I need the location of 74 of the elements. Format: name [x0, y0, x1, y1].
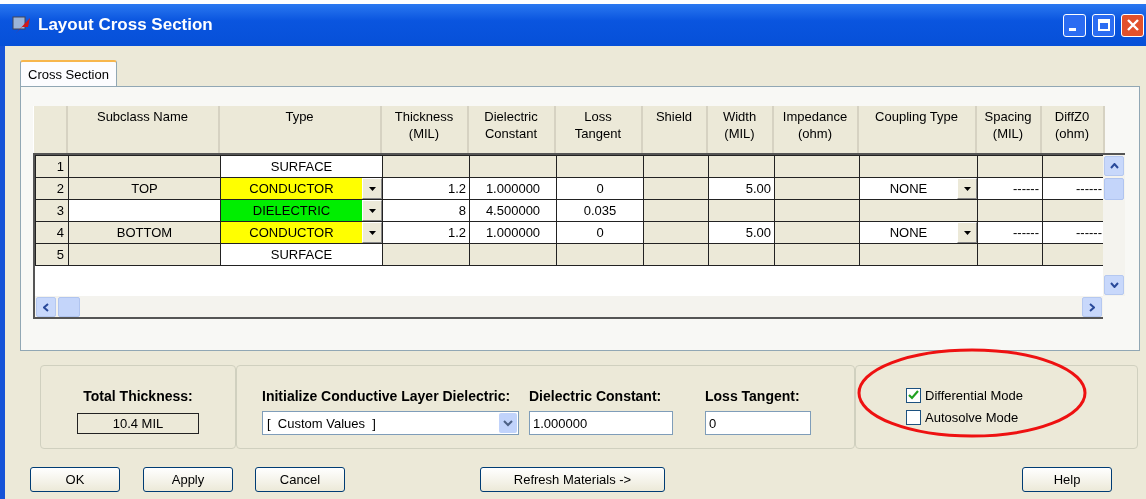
- type-value[interactable]: CONDUCTOR: [221, 178, 362, 199]
- scroll-down-button[interactable]: [1104, 275, 1124, 295]
- check-icon: [908, 390, 919, 400]
- caret-icon: [963, 230, 971, 235]
- type-value[interactable]: DIELECTRIC: [221, 200, 362, 221]
- checkbox-label: Differential Mode: [925, 387, 1024, 403]
- dialog-button[interactable]: Refresh Materials ->: [480, 467, 665, 492]
- caret-icon: [963, 186, 971, 191]
- total-thickness-value: 10.4 MIL: [77, 413, 199, 434]
- close-button[interactable]: [1121, 13, 1144, 37]
- dropdown-button[interactable]: [957, 222, 977, 243]
- table-cell: TOP: [68, 177, 221, 200]
- column-header: Spacing (MIL): [975, 106, 1041, 153]
- loss-tangent-label: Loss Tangent:: [705, 388, 801, 404]
- app-icon: [12, 15, 32, 35]
- column-header: Impedance (ohm): [772, 106, 858, 153]
- column-header: Dielectric Constant: [467, 106, 555, 153]
- dropdown-button[interactable]: [362, 178, 382, 199]
- column-header: Thickness (MIL): [380, 106, 468, 153]
- column-header: Shield: [641, 106, 707, 153]
- column-header: Subclass Name: [66, 106, 219, 153]
- vertical-scrollbar[interactable]: [1103, 153, 1125, 296]
- scroll-thumb[interactable]: [1104, 178, 1124, 200]
- row-number: 5: [35, 243, 69, 266]
- row-number: 1: [35, 155, 69, 178]
- caret-icon: [368, 186, 376, 191]
- table-cell: [977, 155, 1043, 178]
- scroll-right-button[interactable]: [1082, 297, 1102, 317]
- corner-header: [33, 106, 67, 153]
- loss-tangent-field[interactable]: 0: [705, 411, 811, 435]
- maximize-button[interactable]: [1092, 13, 1115, 37]
- column-header: Width (MIL): [706, 106, 773, 153]
- row-number: 4: [35, 221, 69, 244]
- dropdown-button[interactable]: [362, 222, 382, 243]
- dialog-button[interactable]: Apply: [143, 467, 233, 492]
- chevron-down-icon: [499, 413, 517, 433]
- column-header: Type: [218, 106, 381, 153]
- row-number: 2: [35, 177, 69, 200]
- column-header: Loss Tangent: [554, 106, 642, 153]
- table-cell: [643, 155, 709, 178]
- table-cell: [708, 155, 775, 178]
- dialog-button[interactable]: Help: [1022, 467, 1112, 492]
- tab[interactable]: Cross Section: [20, 60, 117, 86]
- initialize-dropdown[interactable]: [ Custom Values ]: [262, 411, 519, 435]
- type-value: SURFACE: [220, 155, 383, 178]
- horizontal-scrollbar[interactable]: [33, 296, 1103, 319]
- type-value[interactable]: CONDUCTOR: [221, 222, 362, 243]
- minimize-button[interactable]: [1063, 13, 1086, 37]
- checkbox[interactable]: [906, 387, 921, 403]
- scroll-thumb[interactable]: [58, 297, 80, 317]
- scroll-up-button[interactable]: [1104, 156, 1124, 176]
- column-header: DiffZ0 (ohm): [1040, 106, 1104, 153]
- table-cell: [1042, 155, 1106, 178]
- caret-icon: [368, 230, 376, 235]
- dielectric-constant-label: Dielectric Constant:: [529, 388, 663, 404]
- dropdown-button[interactable]: [957, 178, 977, 199]
- initialize-label: Initialize Conductive Layer Dielectric:: [262, 388, 512, 404]
- dialog-button[interactable]: OK: [30, 467, 120, 492]
- row-number: 3: [35, 199, 69, 222]
- dropdown-button[interactable]: [362, 200, 382, 221]
- dialog-button[interactable]: Cancel: [255, 467, 345, 492]
- window-title: Layout Cross Section: [38, 15, 213, 35]
- caret-icon: [368, 208, 376, 213]
- type-value: SURFACE: [220, 243, 383, 266]
- total-thickness-label: Total Thickness:: [83, 388, 193, 404]
- maximize-icon: [1097, 19, 1110, 31]
- checkbox-label: Autosolve Mode: [925, 409, 1019, 425]
- scroll-left-button[interactable]: [36, 297, 56, 317]
- close-icon: [1126, 19, 1139, 31]
- column-header: Coupling Type: [857, 106, 976, 153]
- dielectric-constant-field[interactable]: 1.000000: [529, 411, 673, 435]
- checkbox[interactable]: [906, 409, 921, 425]
- minimize-icon: [1069, 28, 1076, 31]
- table-cell: BOTTOM: [68, 221, 221, 244]
